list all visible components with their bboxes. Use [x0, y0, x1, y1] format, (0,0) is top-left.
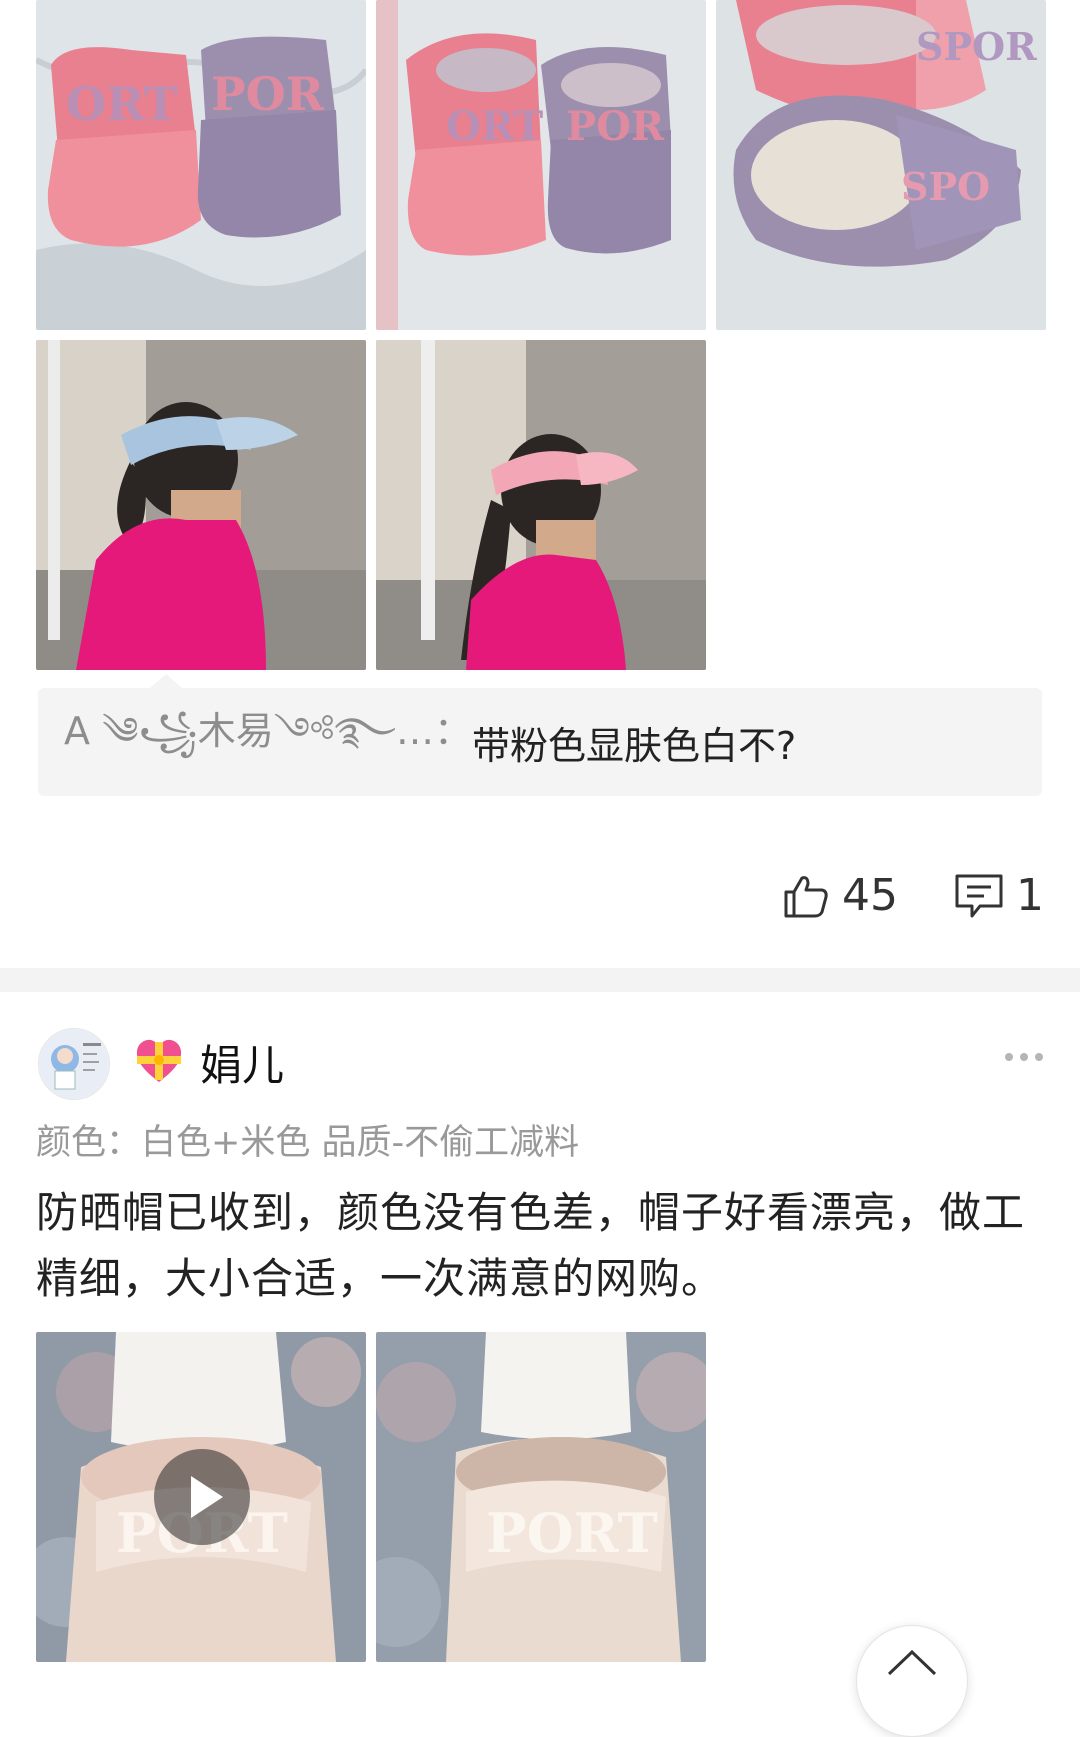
- more-icon[interactable]: [1004, 1052, 1044, 1062]
- visor-photo-image: SPOR SPO: [716, 0, 1046, 330]
- person-photo-image: [36, 340, 366, 670]
- reply-notch: [150, 674, 182, 688]
- review-card: 娟儿 颜色：白色+米色 品质-不偷工减料 防晒帽已收到，颜色没有色差，帽子好看漂…: [0, 992, 1080, 1737]
- comment-button[interactable]: 1: [954, 870, 1044, 921]
- review-photo[interactable]: ORT POR: [376, 0, 706, 330]
- review-video[interactable]: PORT: [36, 1332, 366, 1662]
- reply-text: 带粉色显肤色白不?: [472, 723, 797, 768]
- review-divider: [0, 968, 1080, 992]
- visor-photo-image: ORT POR: [376, 0, 706, 330]
- review-photo[interactable]: PORT: [376, 1332, 706, 1662]
- avatar-image: [39, 1029, 109, 1099]
- back-to-top-icon: [887, 1649, 937, 1676]
- product-spec: 颜色：白色+米色 品质-不偷工减料: [36, 1123, 580, 1163]
- reply-preview[interactable]: A ༄꧁木易༺࿐…： 带粉色显肤色白不?: [38, 674, 1042, 796]
- review-photo[interactable]: SPOR SPO: [716, 0, 1046, 330]
- svg-text:POR: POR: [211, 67, 325, 121]
- review-actions: 45 1: [782, 870, 1044, 921]
- visor-photo-image: ORT POR: [36, 0, 366, 330]
- svg-text:SPO: SPO: [901, 164, 990, 209]
- reply-box[interactable]: A ༄꧁木易༺࿐…： 带粉色显肤色白不?: [38, 688, 1042, 796]
- like-button[interactable]: 45: [782, 870, 898, 921]
- review-text: 防晒帽已收到，颜色没有色差，帽子好看漂亮，做工精细，大小合适，一次满意的网购。: [36, 1188, 1026, 1303]
- person-photo-image: [376, 340, 706, 670]
- review-photo[interactable]: [36, 340, 366, 670]
- review-card: ORT POR ORT POR SPOR SPO A ༄꧁木易༺࿐…： 带粉色显…: [0, 0, 1080, 968]
- heart-badge-icon: [136, 1039, 182, 1082]
- reply-author: A ༄꧁木易༺࿐…：: [64, 708, 473, 753]
- svg-text:PORT: PORT: [486, 1501, 658, 1565]
- back-to-top-button[interactable]: [856, 1625, 968, 1737]
- svg-text:POR: POR: [566, 103, 665, 150]
- svg-text:SPOR: SPOR: [916, 24, 1037, 69]
- svg-text:ORT: ORT: [66, 77, 178, 131]
- play-icon[interactable]: [154, 1449, 250, 1545]
- comment-icon: [955, 874, 1003, 917]
- thumbs-up-icon: [784, 875, 828, 917]
- visor-photo-image: PORT: [376, 1332, 706, 1662]
- comment-count: 1: [1016, 870, 1044, 921]
- review-photo[interactable]: [376, 340, 706, 670]
- review-photo[interactable]: ORT POR: [36, 0, 366, 330]
- username[interactable]: 娟儿: [200, 1032, 284, 1093]
- avatar[interactable]: [38, 1028, 110, 1100]
- svg-text:ORT: ORT: [446, 103, 543, 150]
- like-count: 45: [842, 870, 898, 921]
